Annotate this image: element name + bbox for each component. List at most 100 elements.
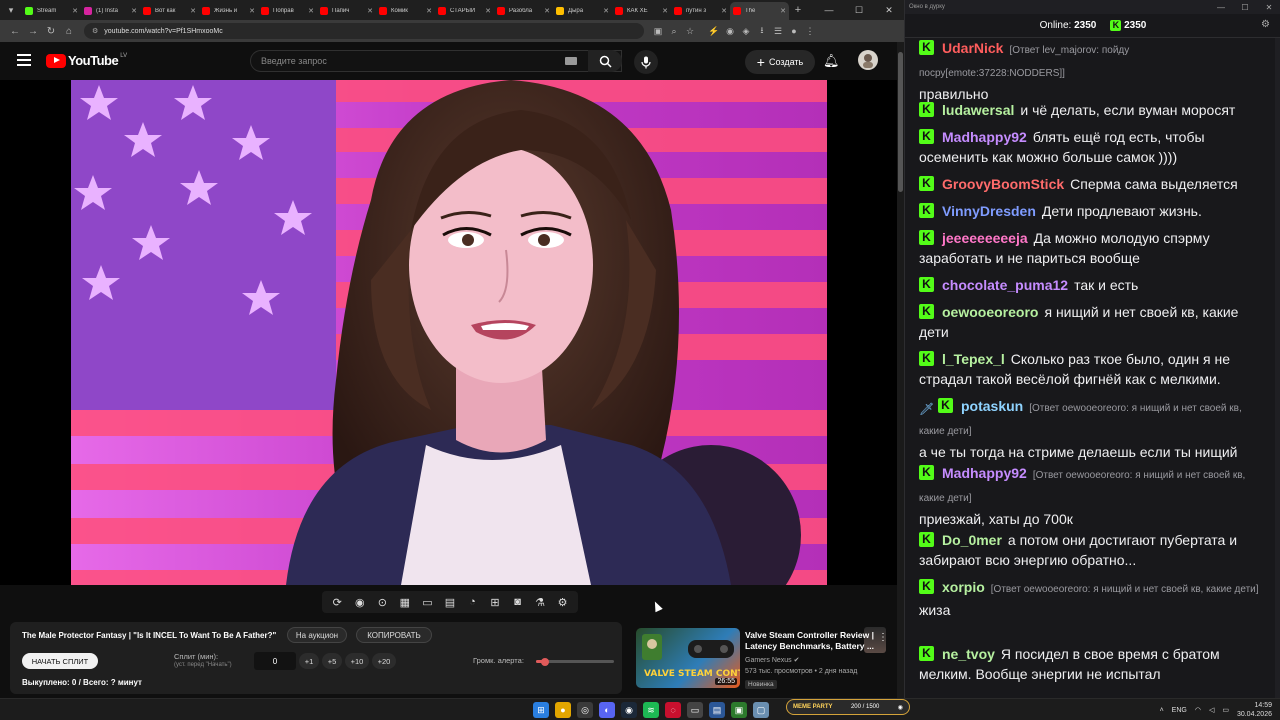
close-icon[interactable]: ✕ [874,5,904,16]
increment-5-button[interactable]: +5 [322,653,342,669]
voice-search-button[interactable] [634,50,658,74]
browser-tab[interactable]: Вот как ✕ [140,2,199,20]
create-button[interactable]: + Создать [745,50,815,74]
clock[interactable]: 14:59 30.04.2026 [1237,701,1272,719]
tab-close-icon[interactable]: ✕ [485,7,491,15]
browser-tab[interactable]: Жизнь и ✕ [199,2,258,20]
copy-button[interactable]: КОПИРОВАТЬ [356,627,432,643]
active-window-icon[interactable]: ▢ [753,702,769,718]
chat-close-icon[interactable]: ✕ [1257,3,1280,12]
account-avatar[interactable] [858,50,878,70]
chat-username[interactable]: xorpio [942,579,985,595]
browser-tab[interactable]: (1) Insta ✕ [81,2,140,20]
chat-username[interactable]: Madhappy92 [942,129,1027,145]
wifi-icon[interactable]: ◠ [1195,706,1201,714]
start-split-button[interactable]: НАЧАТЬ СПЛИТ [22,653,98,669]
back-icon[interactable]: ← [6,26,24,37]
more-actions-icon[interactable]: ⋮ [878,632,888,643]
browser-tab[interactable]: Разобла ✕ [494,2,553,20]
picture-in-picture-icon[interactable]: ▭ [417,596,437,609]
chat-username[interactable]: chocolate_puma12 [942,277,1068,293]
extension-icon[interactable]: ⚡ [706,26,722,37]
profile-icon[interactable]: ● [786,26,802,36]
browser-tab[interactable]: Stream ✕ [22,2,81,20]
watch-later-icon[interactable]: ⊙ [372,596,392,609]
chrome-icon[interactable]: ● [555,702,571,718]
tab-list-icon[interactable]: ☰ [770,26,786,37]
tab-close-icon[interactable]: ✕ [544,7,550,15]
notifications-bell-icon[interactable]: 🔔︎ [823,53,840,69]
browser-tab[interactable]: The ✕ [730,2,789,20]
calendar-icon[interactable]: ▦ [395,596,415,609]
tab-close-icon[interactable]: ✕ [72,7,78,15]
reload-icon[interactable]: ↻ [42,26,60,37]
tab-close-icon[interactable]: ✕ [367,7,373,15]
tab-close-icon[interactable]: ✕ [721,7,727,15]
volume-icon[interactable]: ◁ [1209,706,1214,714]
home-icon[interactable]: ⌂ [60,26,78,37]
guide-menu-icon[interactable] [17,54,31,66]
search-input[interactable]: Введите запрос [250,50,622,72]
tab-search-icon[interactable]: ▾ [0,0,22,20]
meme-party-widget[interactable]: MEME PARTY 200 / 1500 ◉ [786,699,910,715]
chat-reply-context[interactable]: [Ответ oewooeoreoro: я нищий и нет своей… [991,584,1259,595]
language-indicator[interactable]: ENG [1172,707,1187,714]
tab-close-icon[interactable]: ✕ [780,7,786,15]
browser-tab[interactable]: Комик ✕ [376,2,435,20]
browser-tab[interactable]: Дыра ✕ [553,2,612,20]
chat-username[interactable]: UdarNick [942,40,1003,56]
discord-icon[interactable]: ◐ [599,702,615,718]
tab-close-icon[interactable]: ✕ [662,7,668,15]
recommended-title[interactable]: Valve Steam Controller Review | Latency … [745,630,875,652]
speed-icon[interactable]: ◔ [462,596,482,608]
chat-username[interactable]: potaskun [961,398,1023,414]
tab-close-icon[interactable]: ✕ [603,7,609,15]
chat-username[interactable]: Do_0mer [942,532,1002,548]
menu-dots-icon[interactable]: ⋮ [802,26,818,37]
url-field[interactable]: ⚙ youtube.com/watch?v=Pf1SHmxooMc [84,23,644,39]
video-player[interactable] [0,80,900,653]
browser-tab[interactable]: путин з ✕ [671,2,730,20]
chat-username[interactable]: l_Tepex_l [942,351,1005,367]
chat-maximize-icon[interactable]: ☐ [1233,3,1257,12]
extension-puzzle-icon[interactable]: ◈ [738,26,754,37]
zoom-icon[interactable]: ⌕ [666,26,682,37]
forward-icon[interactable]: → [24,26,42,37]
youtube-logo[interactable]: YouTube LV [46,53,127,68]
recommended-thumbnail[interactable]: VALVE STEAM CONTROLLE 26:55 [636,628,740,688]
audio-broadcast-icon[interactable]: ◉ [350,596,370,609]
split-minutes-input[interactable]: 0 [254,652,296,670]
tray-arrow-icon[interactable]: ˄ [1160,707,1164,714]
keyboard-icon[interactable] [565,57,577,65]
recommended-video[interactable]: VALVE STEAM CONTROLLE 26:55 Valve Steam … [636,628,896,692]
browser-tab[interactable]: Папич ✕ [317,2,376,20]
maximize-icon[interactable]: ☐ [844,5,874,16]
camera-icon[interactable]: ◙ [508,596,528,608]
battery-icon[interactable]: ▭ [1222,706,1229,714]
download-icon[interactable]: ⭳ [754,23,770,39]
screen-icon[interactable]: ▣ [650,26,666,37]
app-green-icon[interactable]: ▣ [731,702,747,718]
lab-flask-icon[interactable]: ⚗ [530,596,550,609]
chat-username[interactable]: ludawersal [942,102,1014,118]
new-tab-button[interactable]: + [789,4,807,16]
steam-icon[interactable]: ◉ [621,702,637,718]
add-box-icon[interactable]: ⊞ [485,596,505,609]
chat-username[interactable]: GroovyBoomStick [942,176,1064,192]
app-gamepad-icon[interactable]: ▭ [687,702,703,718]
scrollbar-thumb[interactable] [898,52,903,192]
browser-tab[interactable]: КАК ХЕ ✕ [612,2,671,20]
film-strip-icon[interactable]: ▤ [440,596,460,609]
app-circle-icon[interactable]: ◎ [577,702,593,718]
search-button[interactable] [588,50,622,72]
chat-username[interactable]: oewooeoreoro [942,304,1038,320]
bookmark-star-icon[interactable]: ☆ [682,26,698,37]
chat-username[interactable]: Madhappy92 [942,465,1027,481]
alert-volume-knob[interactable] [541,657,550,666]
windows-start-icon[interactable]: ⊞ [533,702,549,718]
settings-gear-icon[interactable]: ⚙ [553,596,573,609]
alert-volume-slider[interactable] [536,657,614,666]
page-scrollbar[interactable] [897,42,904,698]
chat-username[interactable]: ne_tvoy [942,646,995,662]
increment-20-button[interactable]: +20 [372,653,396,669]
